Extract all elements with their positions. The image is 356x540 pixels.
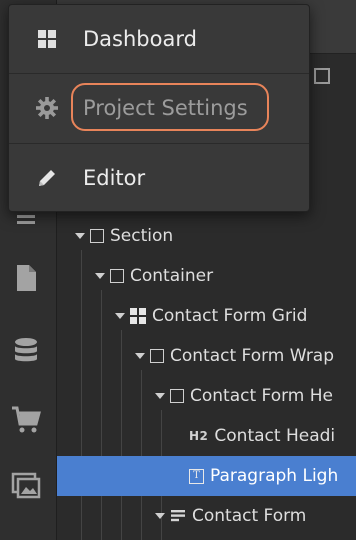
menu-item-project-settings[interactable]: Project Settings bbox=[9, 73, 309, 141]
tree-item-label: Paragraph Ligh bbox=[210, 466, 339, 486]
tree-item-label: Contact Form Grid bbox=[152, 306, 308, 326]
tree-item-label: Contact Form He bbox=[190, 386, 334, 406]
tree-item-label: Contact Form Wrap bbox=[170, 346, 335, 366]
assets-icon[interactable] bbox=[6, 466, 46, 506]
tree-item-paragraph-selected[interactable]: T Paragraph Ligh bbox=[57, 456, 356, 496]
caret-down-icon[interactable] bbox=[155, 393, 165, 399]
tree-item-contact-form-wrap[interactable]: Contact Form Wrap bbox=[57, 336, 356, 376]
square-icon bbox=[110, 269, 124, 283]
form-icon bbox=[170, 509, 186, 523]
cart-icon[interactable] bbox=[6, 400, 46, 440]
caret-down-icon[interactable] bbox=[95, 273, 105, 279]
menu-item-label: Dashboard bbox=[83, 27, 197, 51]
pencil-icon bbox=[35, 166, 59, 190]
tree-item-contact-heading[interactable]: H2 Contact Headi bbox=[57, 416, 356, 456]
tree-item-section[interactable]: Section bbox=[57, 216, 356, 256]
caret-down-icon[interactable] bbox=[115, 313, 125, 319]
panel-toggle-icon[interactable] bbox=[314, 68, 330, 84]
caret-down-icon[interactable] bbox=[135, 353, 145, 359]
tree-item-label: Container bbox=[130, 266, 214, 286]
database-icon[interactable] bbox=[6, 332, 46, 372]
caret-down-icon[interactable] bbox=[155, 513, 165, 519]
menu-item-label: Editor bbox=[83, 165, 146, 190]
grid-icon bbox=[35, 27, 59, 51]
heading-icon: H2 bbox=[189, 429, 209, 443]
tree-item-contact-form[interactable]: Contact Form bbox=[57, 496, 356, 536]
square-icon bbox=[170, 389, 184, 403]
text-icon: T bbox=[189, 468, 204, 484]
square-icon bbox=[90, 229, 104, 243]
tree-item-label: Contact Headi bbox=[214, 426, 336, 446]
square-icon bbox=[150, 349, 164, 363]
menu-item-dashboard[interactable]: Dashboard bbox=[9, 5, 309, 73]
menu-item-label: Project Settings bbox=[83, 95, 248, 120]
grid-icon bbox=[130, 308, 146, 324]
gear-icon bbox=[35, 96, 59, 120]
tree-item-label: Section bbox=[110, 226, 174, 246]
tree-item-contact-form-heading-wrap[interactable]: Contact Form He bbox=[57, 376, 356, 416]
app-switcher-menu: Dashboard Project Settings Editor bbox=[8, 4, 310, 212]
tree-item-container[interactable]: Container bbox=[57, 256, 356, 296]
tree-item-label: Contact Form bbox=[192, 506, 307, 526]
page-icon[interactable] bbox=[6, 258, 46, 298]
caret-down-icon[interactable] bbox=[75, 233, 85, 239]
tree-item-contact-form-grid[interactable]: Contact Form Grid bbox=[57, 296, 356, 336]
menu-item-editor[interactable]: Editor bbox=[9, 143, 309, 211]
